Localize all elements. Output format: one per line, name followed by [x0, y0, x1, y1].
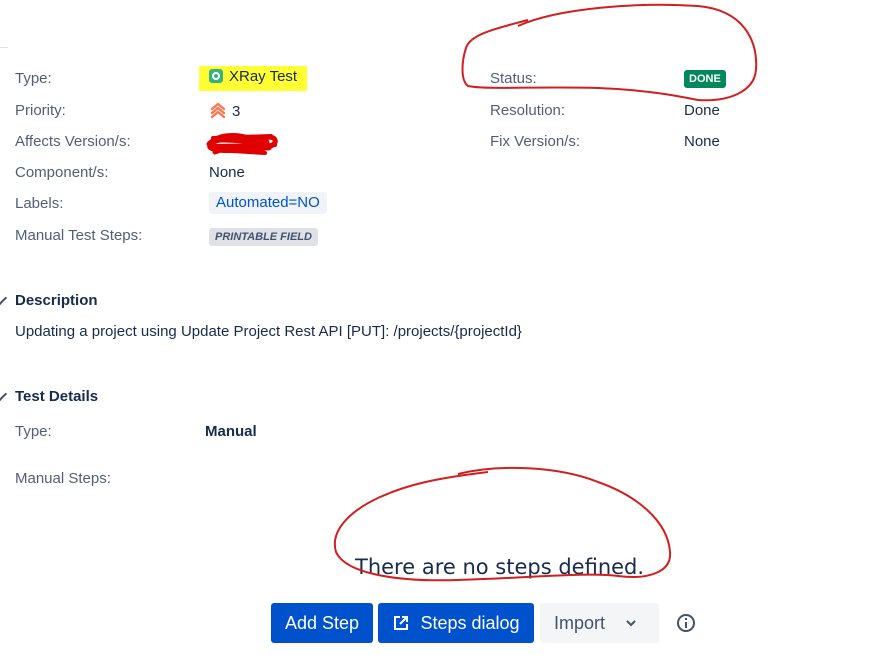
chevron-down-icon: [626, 620, 636, 627]
test-details-collapse-toggle[interactable]: [0, 386, 8, 402]
import-dropdown-button[interactable]: Import: [540, 603, 659, 643]
info-icon[interactable]: [677, 614, 695, 632]
priority-value[interactable]: 3: [210, 101, 240, 122]
fix-version-label: Fix Version/s:: [490, 133, 581, 150]
manual-steps-label: Manual Steps:: [15, 470, 111, 487]
xray-test-icon: [209, 69, 223, 83]
affects-version-label: Affects Version/s:: [15, 133, 131, 150]
label-chip-automated[interactable]: Automated=NO: [209, 192, 327, 214]
test-details-heading[interactable]: Test Details: [15, 387, 98, 407]
test-type-label: Type:: [15, 423, 52, 440]
type-label: Type:: [15, 70, 52, 87]
add-step-label: Add Step: [284, 612, 360, 633]
description-text: Updating a project using Update Project …: [15, 323, 522, 340]
fix-version-value: None: [684, 133, 720, 150]
add-step-button[interactable]: Add Step: [271, 603, 373, 643]
priority-text: 3: [232, 103, 241, 120]
priority-label: Priority:: [15, 102, 66, 119]
priority-medium-icon: [210, 102, 226, 119]
description-heading[interactable]: Description: [15, 291, 98, 311]
left-edge-border: [0, 47, 8, 48]
steps-dialog-button[interactable]: Steps dialog: [378, 603, 534, 643]
issue-type-value[interactable]: XRay Test: [199, 66, 308, 91]
redacted-affects-version: [206, 133, 278, 155]
test-type-value: Manual: [205, 423, 257, 440]
description-collapse-toggle[interactable]: [0, 290, 8, 306]
manual-test-steps-label: Manual Test Steps:: [15, 227, 143, 244]
component-value: None: [209, 164, 245, 181]
steps-dialog-label: Steps dialog: [420, 612, 520, 633]
issue-type-text: XRay Test: [229, 68, 298, 85]
annotation-status-circle: [461, 3, 758, 102]
import-label: Import: [554, 612, 606, 633]
labels-label: Labels:: [15, 195, 64, 212]
external-link-icon: [394, 616, 409, 630]
component-label: Component/s:: [15, 164, 109, 181]
printable-field-lozenge: PRINTABLE FIELD: [209, 228, 318, 246]
annotation-steps-circle: [333, 466, 672, 582]
